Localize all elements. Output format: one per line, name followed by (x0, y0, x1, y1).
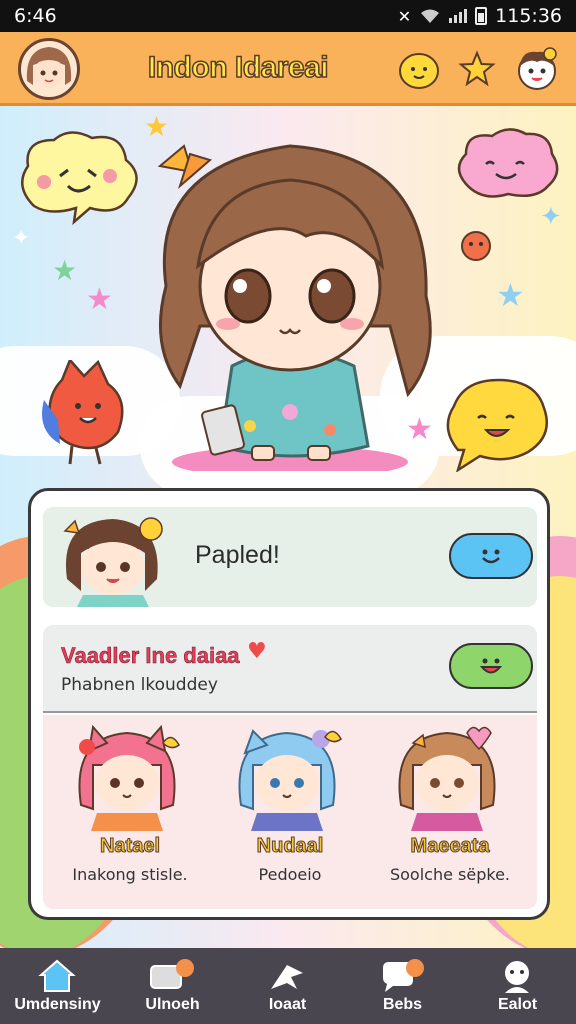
battery-icon (475, 7, 488, 25)
friends-list: Natael Inakong stisle. Nudaal Pedoeio Ma… (43, 715, 537, 909)
status-subtitle: Phabnen lkouddey (61, 675, 218, 695)
friend-avatar (238, 729, 342, 831)
mute-icon: ✕ (397, 6, 412, 26)
pink-cloud-icon (457, 128, 559, 198)
profile-name: Papled! (195, 541, 280, 569)
nav-label: Bebs (382, 996, 423, 1013)
message-icon (379, 958, 425, 994)
flower-icon (461, 231, 491, 261)
avatar-face-icon (26, 47, 72, 88)
nav-label: Ulnoeh (145, 996, 200, 1013)
chat-icon (149, 958, 195, 994)
yellow-bubble-icon (446, 378, 548, 472)
sparkle-icon: ✦ (12, 226, 31, 251)
sparkle-icon: ✦ (540, 202, 562, 232)
friend-card[interactable]: Maeeata Soolche sëpke. (375, 715, 525, 909)
grin-bubble-button[interactable] (449, 643, 533, 689)
status-clock: 115:36 (495, 5, 562, 27)
profile-avatar (63, 517, 163, 607)
status-bar: 6:46 ✕ 115:36 (0, 0, 576, 32)
profile-row[interactable]: Papled! (43, 507, 537, 607)
app-header: Indon Idareai (0, 32, 576, 106)
signal-icon (449, 9, 468, 23)
hero-illustration: ★ ★ ★ ★ ★ ✦ ✦ Papled! Vaadler Ine daiaa … (0, 106, 576, 948)
grin-bubble-icon (479, 658, 503, 674)
friend-name: Natael (99, 835, 161, 858)
status-time: 6:46 (14, 5, 57, 27)
star-icon: ★ (86, 282, 113, 317)
star-icon: ★ (496, 276, 525, 314)
app-title: Indon Idareai (147, 50, 329, 85)
airplane-icon (264, 958, 310, 994)
nav-item-profile[interactable]: Ealot (460, 948, 575, 1024)
friend-avatar (78, 724, 180, 831)
nav-item-chat[interactable]: Ulnoeh (115, 948, 230, 1024)
star-icon[interactable] (452, 44, 502, 94)
nav-item-travel[interactable]: Ioaat (230, 948, 345, 1024)
mascot-icon[interactable] (512, 44, 562, 94)
friend-card[interactable]: Nudaal Pedoeio (215, 715, 365, 909)
happy-cloud-icon (21, 131, 138, 226)
bottom-nav: Umdensiny Ulnoeh Ioaat Bebs Ealot (0, 948, 576, 1024)
red-cat-icon (42, 360, 124, 465)
smiley-sun-icon[interactable] (394, 44, 444, 94)
user-avatar[interactable] (18, 38, 80, 100)
friend-avatar (398, 726, 496, 831)
friend-status: Soolche sëpke. (389, 865, 510, 884)
chibi-girl-illustration (157, 144, 432, 471)
status-title: Vaadler Ine daiaa (61, 643, 240, 669)
heart-icon: ♥ (247, 639, 267, 664)
nav-item-home[interactable]: Umdensiny (0, 948, 115, 1024)
nav-label: Umdensiny (14, 996, 101, 1013)
friend-status: Pedoeio (258, 865, 322, 884)
smile-bubble-button[interactable] (449, 533, 533, 579)
home-icon (34, 958, 80, 994)
status-row[interactable]: Vaadler Ine daiaa ♥ Phabnen lkouddey (43, 625, 537, 713)
smile-bubble-icon (482, 549, 500, 564)
profile-icon (494, 958, 540, 994)
friend-status: Inakong stisle. (72, 865, 188, 884)
star-icon: ★ (52, 254, 78, 287)
friend-name: Maeeata (410, 835, 490, 858)
wifi-icon (421, 9, 440, 23)
friend-card[interactable]: Natael Inakong stisle. (55, 715, 205, 909)
friend-name: Nudaal (256, 835, 324, 858)
nav-item-messages[interactable]: Bebs (345, 948, 460, 1024)
nav-label: Ioaat (268, 996, 307, 1013)
social-card: Papled! Vaadler Ine daiaa ♥ Phabnen lkou… (28, 488, 550, 920)
nav-label: Ealot (497, 996, 538, 1013)
status-icons: ✕ 115:36 (398, 5, 562, 27)
